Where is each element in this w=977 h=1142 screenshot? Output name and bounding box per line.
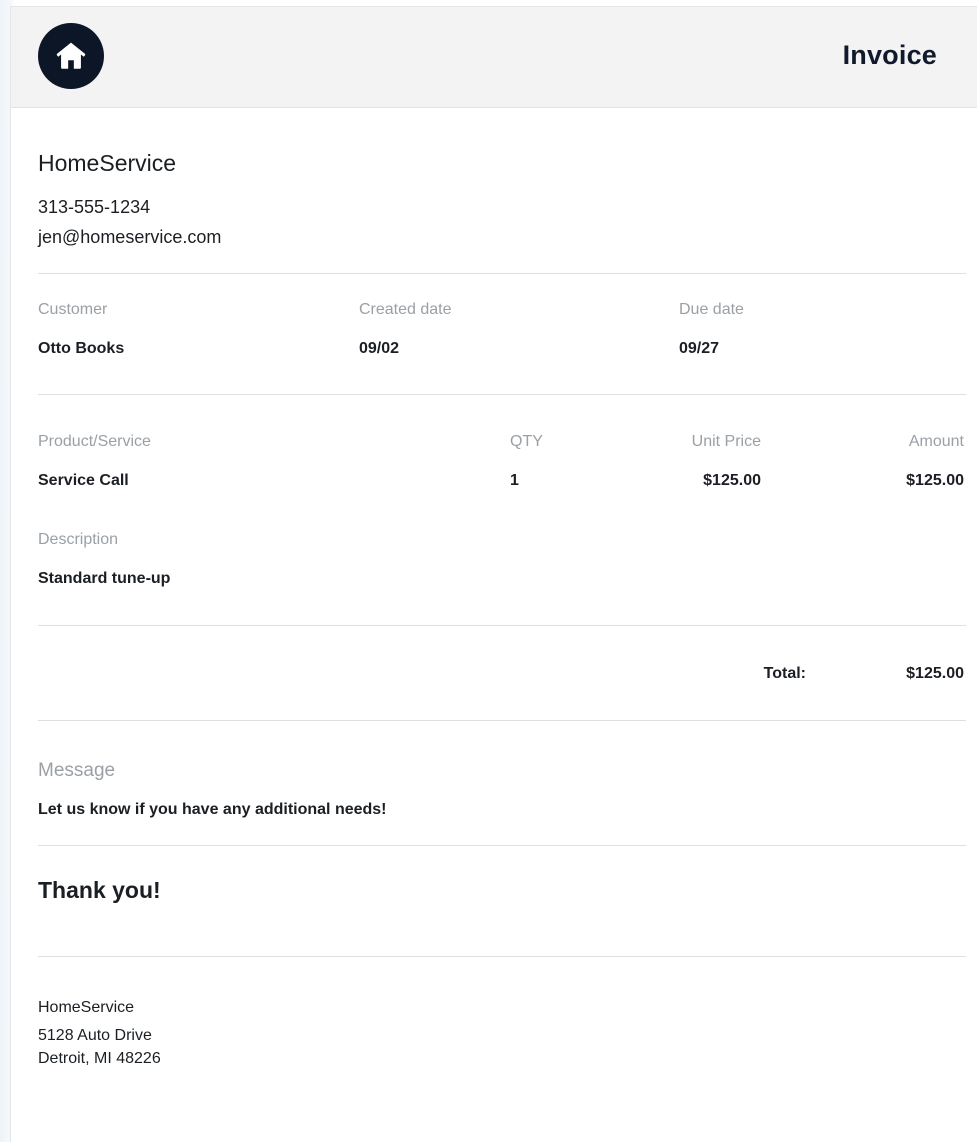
divider [38,273,966,274]
line-item-product: Service Call [38,472,129,489]
divider [38,720,966,721]
company-name: HomeService [38,150,177,176]
footer-city: Detroit, MI 48226 [38,1050,161,1067]
total-value: $125.00 [906,665,964,682]
divider [38,625,966,626]
thank-you-text: Thank you! [38,877,161,903]
invoice-card: Invoice HomeService 313-555-1234 jen@hom… [10,6,977,1142]
footer-street: 5128 Auto Drive [38,1027,152,1044]
divider [38,394,966,395]
created-date-label: Created date [359,301,452,318]
due-date-label: Due date [679,301,744,318]
customer-value: Otto Books [38,340,125,357]
amount-column-header: Amount [908,433,964,450]
message-text: Let us know if you have any additional n… [38,801,387,818]
line-item-qty: 1 [510,472,519,489]
line-item-amount: $125.00 [906,472,964,489]
divider [38,845,966,846]
product-column-header: Product/Service [38,433,151,450]
company-logo[interactable] [38,23,104,89]
page-title: Invoice [842,40,937,70]
company-email: jen@homeservice.com [38,227,222,247]
created-date-value: 09/02 [359,340,400,357]
company-phone: 313-555-1234 [38,197,151,217]
customer-label: Customer [38,301,108,318]
due-date-value: 09/27 [679,340,720,357]
home-icon [56,42,86,69]
footer-company-name: HomeService [38,999,135,1016]
description-value: Standard tune-up [38,570,171,587]
unit-price-column-header: Unit Price [691,433,761,450]
invoice-header: Invoice [11,7,977,108]
qty-column-header: QTY [510,433,543,450]
divider [38,956,966,957]
line-item-unit-price: $125.00 [703,472,761,489]
message-label: Message [38,760,116,781]
description-label: Description [38,531,119,548]
total-label: Total: [763,665,806,682]
